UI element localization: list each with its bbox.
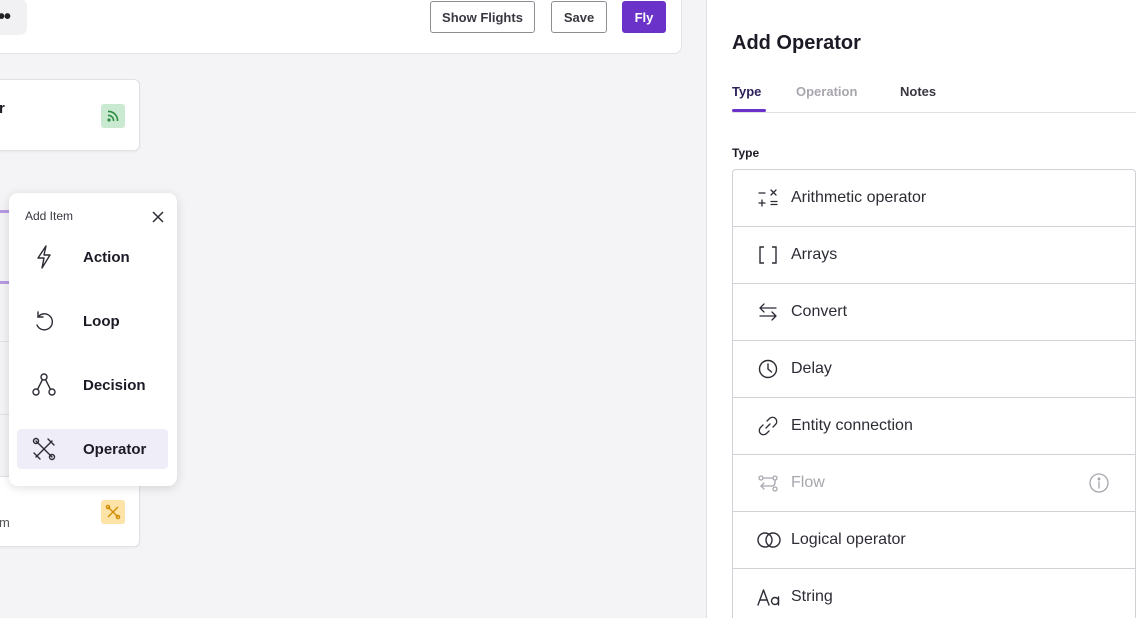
- decision-icon: [31, 372, 57, 398]
- connector-line: [0, 281, 9, 284]
- type-field-label: Type: [732, 146, 760, 160]
- connector-line: [0, 210, 9, 213]
- save-button[interactable]: Save: [551, 1, 607, 33]
- type-option-label: Arrays: [791, 246, 838, 263]
- fly-label: Fly: [634, 9, 654, 25]
- flow-node-bottom-text: m: [0, 515, 10, 530]
- add-item-operator[interactable]: Operator: [17, 429, 168, 469]
- add-item-action[interactable]: Action: [17, 237, 168, 277]
- save-label: Save: [563, 9, 595, 25]
- type-option-arrays[interactable]: Arrays: [733, 227, 1135, 284]
- link-icon: [757, 415, 779, 437]
- top-toolbar: ••• Show Flights Save Fly: [0, 0, 682, 54]
- tab-operation[interactable]: Operation: [796, 84, 857, 99]
- operator-icon: [31, 436, 57, 462]
- info-icon[interactable]: [1088, 472, 1110, 494]
- add-item-action-label: Action: [83, 248, 130, 266]
- type-option-flow: Flow: [733, 455, 1135, 512]
- more-options-button[interactable]: •••: [0, 0, 27, 35]
- text-icon: [757, 586, 780, 608]
- more-options-label: •••: [0, 6, 11, 28]
- add-item-decision[interactable]: Decision: [17, 365, 168, 405]
- operator-type-list: Arithmetic operator Arrays Convert Delay…: [732, 169, 1136, 618]
- type-option-label: Delay: [791, 360, 832, 377]
- type-option-convert[interactable]: Convert: [733, 284, 1135, 341]
- add-item-loop[interactable]: Loop: [17, 301, 168, 341]
- lightning-icon: [31, 244, 57, 270]
- type-option-label: Logical operator: [791, 531, 906, 548]
- type-option-label: Flow: [791, 474, 825, 491]
- convert-icon: [757, 301, 779, 323]
- type-option-label: String: [791, 588, 833, 605]
- flow-icon: [757, 472, 779, 494]
- type-option-string[interactable]: String: [733, 569, 1135, 618]
- panel-tabs: Type Operation Notes: [732, 84, 1136, 113]
- fly-button[interactable]: Fly: [622, 1, 666, 33]
- add-item-decision-label: Decision: [83, 376, 146, 394]
- show-flights-button[interactable]: Show Flights: [430, 1, 535, 33]
- tab-type[interactable]: Type: [732, 84, 761, 99]
- add-operator-panel: Add Operator Type Operation Notes Type A…: [706, 0, 1145, 618]
- loop-icon: [31, 308, 57, 334]
- add-item-loop-label: Loop: [83, 312, 120, 330]
- type-option-label: Arithmetic operator: [791, 189, 927, 206]
- rss-icon: [101, 104, 125, 128]
- type-option-label: Convert: [791, 303, 848, 320]
- close-icon[interactable]: [150, 209, 166, 225]
- logical-icon: [757, 529, 781, 551]
- arithmetic-icon: [757, 187, 779, 209]
- tab-notes[interactable]: Notes: [900, 84, 936, 99]
- clock-icon: [757, 358, 779, 380]
- brackets-icon: [757, 244, 779, 266]
- show-flights-label: Show Flights: [442, 9, 523, 25]
- add-item-operator-label: Operator: [83, 440, 147, 458]
- popover-title: Add Item: [25, 209, 74, 223]
- type-option-arithmetic-operator[interactable]: Arithmetic operator: [733, 170, 1135, 227]
- flow-node-top[interactable]: r: [0, 79, 140, 151]
- canvas-divider: [0, 341, 9, 342]
- flow-node-top-text: r: [0, 100, 5, 117]
- add-item-popover: Add Item Action Loop Decision Operator: [9, 193, 177, 486]
- canvas-divider: [0, 414, 9, 415]
- panel-title: Add Operator: [732, 32, 861, 54]
- flow-node-bottom[interactable]: m: [0, 476, 140, 547]
- operator-icon: [101, 500, 125, 524]
- type-option-logical-operator[interactable]: Logical operator: [733, 512, 1135, 569]
- active-tab-indicator: [732, 109, 766, 112]
- type-option-delay[interactable]: Delay: [733, 341, 1135, 398]
- type-option-label: Entity connection: [791, 417, 913, 434]
- type-option-entity-connection[interactable]: Entity connection: [733, 398, 1135, 455]
